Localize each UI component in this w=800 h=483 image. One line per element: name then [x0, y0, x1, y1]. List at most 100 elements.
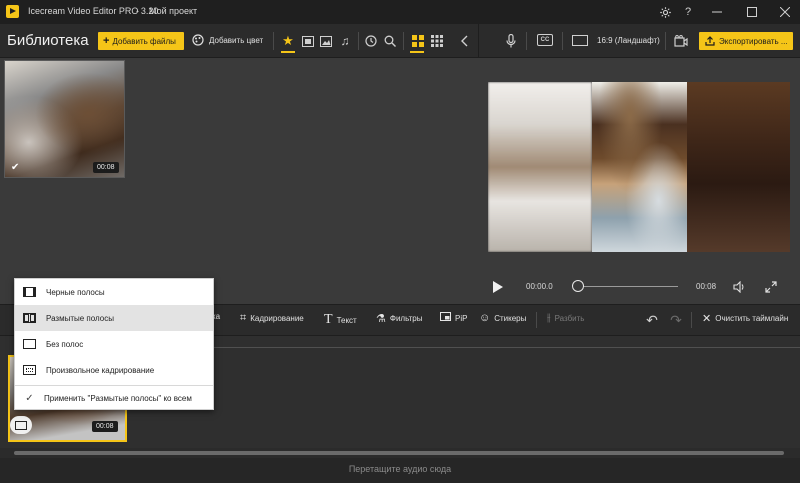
close-button[interactable]	[770, 0, 800, 24]
add-color-label: Добавить цвет	[209, 35, 264, 45]
library-toolbar: Библиотека + Добавить файлы Добавить цве…	[0, 24, 478, 58]
toolbar-divider	[358, 32, 359, 50]
clock-filter-icon[interactable]	[363, 33, 379, 49]
menu-item-label: Без полос	[46, 339, 84, 349]
grid-small-icon[interactable]	[429, 33, 445, 49]
play-icon[interactable]	[493, 281, 503, 293]
seek-handle[interactable]	[572, 280, 584, 292]
split-button[interactable]: ⫲ Разбить	[547, 312, 584, 325]
grid-large-icon[interactable]	[410, 33, 426, 49]
text-button[interactable]: T Текст	[324, 312, 357, 328]
close-icon: ✕	[702, 313, 712, 325]
current-time: 00:00.0	[526, 282, 553, 291]
seek-bar[interactable]	[578, 286, 678, 287]
toolbar-divider	[403, 32, 404, 50]
apply-to-all-button[interactable]: ✓ Применить "Размытые полосы" ко всем	[15, 386, 213, 410]
microphone-icon[interactable]	[503, 33, 519, 49]
help-icon[interactable]: ?	[673, 0, 703, 24]
clear-timeline-label: Очистить таймлайн	[715, 314, 789, 323]
star-icon[interactable]: ★	[280, 33, 296, 49]
checkmark-icon: ✓	[25, 392, 34, 404]
fullscreen-icon[interactable]	[763, 279, 779, 295]
video-filter-icon[interactable]	[300, 33, 316, 49]
blurred-bars-icon	[23, 313, 36, 323]
active-filter-underline	[281, 51, 295, 53]
camera-icon[interactable]	[673, 33, 689, 49]
export-icon	[705, 36, 715, 46]
title-bar: Icecream Video Editor PRO 3.20 - Мой про…	[0, 0, 800, 24]
menu-item-blurred-bars[interactable]: Размытые полосы	[15, 305, 213, 331]
image-filter-icon[interactable]	[318, 33, 334, 49]
aspect-mode-button[interactable]	[10, 416, 32, 434]
export-button[interactable]: Экспортировать ...	[699, 32, 793, 50]
toolbar-divider	[536, 312, 537, 328]
pip-label: PiP	[455, 313, 468, 323]
subtitles-icon[interactable]: CC	[537, 34, 553, 46]
library-title: Библиотека	[7, 32, 89, 49]
menu-item-custom-crop[interactable]: Произвольное кадрирование	[15, 357, 213, 383]
menu-item-black-bars[interactable]: Черные полосы	[15, 279, 213, 305]
clear-timeline-button[interactable]: ✕ Очистить таймлайн	[702, 312, 788, 325]
redo-icon[interactable]: ↷	[668, 312, 684, 328]
toolbar-divider	[526, 32, 527, 50]
toolbar-divider	[562, 32, 563, 50]
menu-item-label: Размытые полосы	[46, 313, 114, 323]
no-bars-icon	[23, 339, 36, 349]
minimize-icon	[712, 11, 722, 13]
toolbar-divider	[691, 312, 692, 328]
library-media-item[interactable]: ✔ 00:08	[4, 60, 125, 178]
app-logo-icon	[6, 5, 19, 18]
text-label: Текст	[336, 315, 357, 325]
project-name: Мой проект	[149, 6, 198, 16]
filters-icon: ⚗	[376, 313, 386, 325]
active-view-underline	[410, 51, 424, 53]
pip-button[interactable]: PiP	[440, 312, 467, 324]
close-icon	[780, 7, 790, 17]
aspect-ratio-button[interactable]: 16:9 (Ландшафт)	[597, 36, 660, 45]
blurred-bars-icon	[15, 420, 27, 430]
minimize-button[interactable]	[702, 0, 732, 24]
filters-button[interactable]: ⚗ Фильтры	[376, 312, 423, 325]
crop-button[interactable]: ⌗ Кадрирование	[240, 312, 304, 325]
stickers-button[interactable]: ☺ Стикеры	[479, 312, 526, 324]
add-files-label: Добавить файлы	[112, 36, 176, 46]
audio-drop-text: Перетащите аудио сюда	[348, 464, 452, 474]
export-label: Экспортировать ...	[719, 36, 788, 46]
video-preview[interactable]	[488, 82, 790, 252]
split-label: Разбить	[554, 314, 585, 323]
title-separator: -	[136, 6, 139, 16]
custom-crop-icon	[23, 365, 36, 375]
maximize-button[interactable]	[737, 0, 767, 24]
collapse-left-icon[interactable]	[456, 33, 472, 49]
plus-icon: +	[103, 35, 110, 47]
undo-icon[interactable]: ↶	[644, 312, 660, 328]
clip-duration: 00:08	[92, 421, 118, 432]
scrollbar-thumb[interactable]	[14, 451, 784, 455]
blurred-left-bar	[488, 82, 592, 252]
total-time: 00:08	[696, 282, 717, 291]
menu-item-no-bars[interactable]: Без полос	[15, 331, 213, 357]
pip-icon	[440, 312, 451, 324]
maximize-icon	[747, 7, 757, 17]
checkmark-icon: ✔	[11, 162, 20, 173]
apply-to-all-label: Применить "Размытые полосы" ко всем	[44, 393, 192, 403]
blurred-right-bar	[687, 82, 790, 252]
palette-icon	[192, 34, 204, 46]
search-icon[interactable]	[382, 33, 398, 49]
toolbar-divider	[665, 32, 666, 50]
menu-item-label: Произвольное кадрирование	[46, 365, 155, 375]
crop-icon: ⌗	[240, 312, 247, 324]
menu-item-label: Черные полосы	[46, 287, 105, 297]
aspect-ratio-icon	[572, 35, 588, 46]
split-icon: ⫲	[547, 312, 551, 324]
music-filter-icon[interactable]: ♫	[337, 33, 353, 49]
add-color-button[interactable]: Добавить цвет	[192, 34, 263, 46]
filters-label: Фильтры	[389, 314, 423, 323]
add-files-button[interactable]: + Добавить файлы	[98, 32, 184, 50]
volume-icon[interactable]	[731, 279, 747, 295]
toolbar-divider	[273, 32, 274, 50]
crop-label: Кадрирование	[250, 314, 304, 323]
text-icon: T	[324, 312, 333, 327]
video-frame	[592, 82, 687, 252]
media-duration: 00:08	[93, 162, 119, 173]
